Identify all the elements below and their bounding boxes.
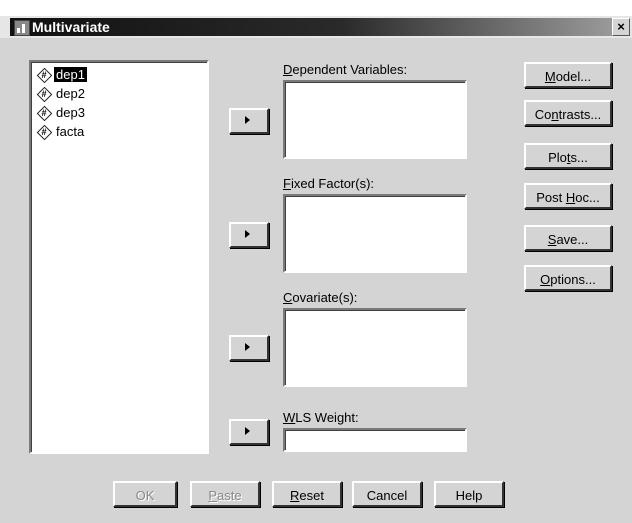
- wls-weight-field[interactable]: [283, 428, 467, 452]
- wls-weight-label: WLS Weight:: [283, 410, 359, 425]
- scale-variable-icon: #: [37, 87, 51, 101]
- title-bar: Multivariate ×: [0, 16, 632, 38]
- fixed-factors-label: Fixed Factor(s):: [283, 176, 375, 191]
- move-to-wls-weight-button[interactable]: [229, 419, 269, 445]
- variable-item-facta[interactable]: # facta: [37, 123, 86, 140]
- cancel-button[interactable]: Cancel: [352, 481, 422, 507]
- right-arrow-icon: [245, 343, 250, 351]
- variable-label: dep3: [56, 105, 85, 120]
- right-arrow-icon: [245, 116, 250, 124]
- save-button[interactable]: Save...: [524, 225, 612, 251]
- help-button[interactable]: Help: [434, 481, 504, 507]
- right-arrow-icon: [245, 230, 250, 238]
- fixed-factors-list[interactable]: [283, 194, 467, 273]
- move-to-covariates-button[interactable]: [229, 335, 269, 361]
- variable-item-dep3[interactable]: # dep3: [37, 104, 87, 121]
- variable-label: dep1: [54, 67, 87, 82]
- window-title: Multivariate: [32, 19, 110, 35]
- variable-label: dep2: [56, 86, 85, 101]
- contrasts-button[interactable]: Contrasts...: [524, 100, 612, 126]
- move-to-fixed-factors-button[interactable]: [229, 222, 269, 248]
- model-button[interactable]: Model...: [524, 62, 612, 88]
- multivariate-dialog: Multivariate × # dep1 # dep2 # dep3 # fa…: [0, 16, 632, 523]
- options-button[interactable]: Options...: [524, 265, 612, 291]
- paste-button[interactable]: Paste: [190, 481, 260, 507]
- move-to-dependent-button[interactable]: [229, 108, 269, 134]
- app-icon: [14, 20, 30, 36]
- covariates-label: Covariate(s):: [283, 290, 358, 305]
- scale-variable-icon: #: [37, 106, 51, 120]
- variable-item-dep1[interactable]: # dep1: [37, 66, 87, 83]
- scale-variable-icon: #: [37, 125, 51, 139]
- dependent-variables-list[interactable]: [283, 80, 467, 159]
- variable-label: facta: [56, 124, 85, 139]
- ok-button[interactable]: OK: [113, 481, 177, 507]
- plots-button[interactable]: Plots...: [524, 143, 612, 169]
- reset-button[interactable]: Reset: [272, 481, 342, 507]
- right-arrow-icon: [245, 427, 250, 435]
- dependent-variables-label: Dependent Variables:: [283, 62, 408, 77]
- variable-item-dep2[interactable]: # dep2: [37, 85, 87, 102]
- scale-variable-icon: #: [37, 68, 51, 82]
- covariates-list[interactable]: [283, 308, 467, 387]
- source-variable-list[interactable]: # dep1 # dep2 # dep3 # facta: [29, 60, 209, 454]
- post-hoc-button[interactable]: Post Hoc...: [524, 183, 612, 209]
- close-button[interactable]: ×: [612, 18, 630, 36]
